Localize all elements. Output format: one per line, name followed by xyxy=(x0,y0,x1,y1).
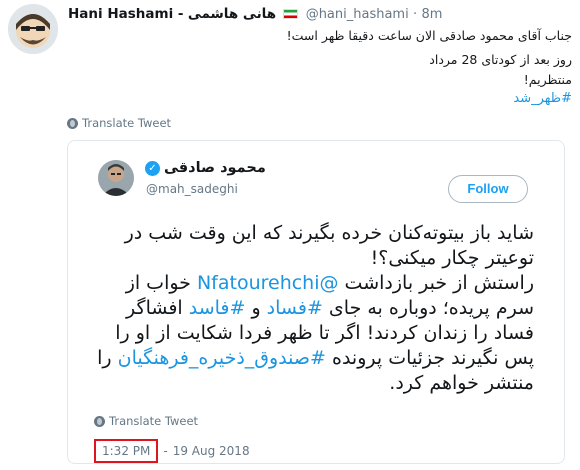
tweet-time[interactable]: 8m xyxy=(421,7,442,22)
quoted-author-name[interactable]: محمود صادقی ✓ xyxy=(145,160,266,176)
iran-flag-icon xyxy=(283,9,299,19)
hashtag-link[interactable]: #فاسد xyxy=(189,297,246,319)
globe-icon xyxy=(67,117,78,129)
quoted-avatar-photo xyxy=(98,160,134,196)
quoted-translate-label: Translate Tweet xyxy=(109,414,199,428)
quoted-text-part: راستش از خبر بازداشت xyxy=(338,272,534,294)
author-name-fa[interactable]: هانی هاشمی xyxy=(188,6,276,22)
quoted-avatar[interactable] xyxy=(98,160,134,196)
quoted-time-highlight[interactable]: 1:32 PM xyxy=(94,439,159,463)
globe-icon xyxy=(94,415,105,427)
translate-tweet-button[interactable]: Translate Tweet xyxy=(67,116,171,130)
tweet-hashtag-link[interactable]: #ظهر_شد xyxy=(68,91,572,106)
time-separator: · xyxy=(413,7,418,22)
tweet-text-line-1: جناب آقای محمود صادقی الان ساعت دقیقا ظه… xyxy=(286,28,572,43)
author-name[interactable]: Hani Hashami - xyxy=(68,6,184,22)
quoted-text-part: و xyxy=(245,297,267,319)
mention-link[interactable]: @Nfatourehchi xyxy=(197,272,339,294)
quoted-tweet-text: شاید باز بیتوته‌کنان خرده بگیرند که این … xyxy=(94,221,534,396)
follow-button[interactable]: Follow xyxy=(448,175,528,203)
tweet-text-line-2: روز بعد از کودتای 28 مرداد xyxy=(429,52,572,67)
avatar[interactable] xyxy=(8,4,58,54)
hashtag-link[interactable]: #صندوق_ذخیره_فرهنگیان xyxy=(118,347,326,369)
hashtag-link[interactable]: #فساد xyxy=(267,297,323,319)
verified-icon: ✓ xyxy=(145,160,160,176)
quoted-tweet-card[interactable]: محمود صادقی ✓ @mah_sadeghi Follow شاید ب… xyxy=(67,140,565,464)
tweet-text-line-3: منتظریم! xyxy=(523,72,572,87)
quoted-date[interactable]: 19 Aug 2018 xyxy=(173,444,250,458)
author-handle[interactable]: @hani_hashami xyxy=(306,7,409,22)
tweet-header: Hani Hashami - هانی هاشمی @hani_hashami … xyxy=(68,6,570,26)
quoted-author-handle[interactable]: @mah_sadeghi xyxy=(146,182,238,196)
date-separator: - xyxy=(163,444,168,458)
quoted-timestamp: 1:32 PM - 19 Aug 2018 xyxy=(94,439,250,463)
avatar-illustration xyxy=(8,4,58,54)
quoted-author-name-text: محمود صادقی xyxy=(164,160,266,176)
translate-tweet-label: Translate Tweet xyxy=(82,116,172,130)
quoted-translate-tweet-button[interactable]: Translate Tweet xyxy=(94,414,198,428)
quoted-text-part: شاید باز بیتوته‌کنان خرده بگیرند که این … xyxy=(124,222,534,269)
